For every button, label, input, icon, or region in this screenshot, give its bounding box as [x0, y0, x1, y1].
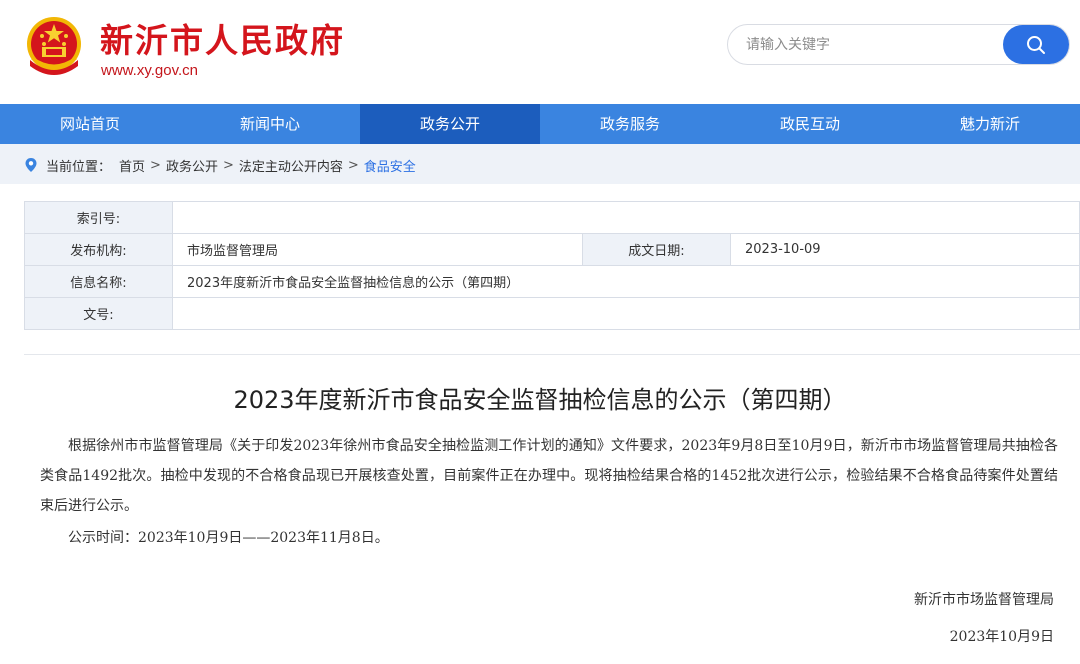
- table-row: 文号:: [24, 297, 1080, 330]
- breadcrumb-separator: >: [150, 158, 161, 173]
- search-box: [727, 24, 1070, 65]
- search-icon: [1027, 35, 1045, 54]
- main-nav: 网站首页 新闻中心 政务公开 政务服务 政民互动 魅力新沂: [0, 104, 1080, 144]
- nav-item-gov-affairs-open[interactable]: 政务公开: [360, 104, 540, 144]
- article-body: 根据徐州市市监督管理局《关于印发2023年徐州市食品安全抽检监测工作计划的通知》…: [40, 431, 1058, 553]
- search-button[interactable]: [1003, 25, 1069, 64]
- breadcrumb-separator: >: [222, 158, 234, 173]
- search-input[interactable]: [746, 34, 996, 56]
- breadcrumb-bar: 当前位置： 首页 > 政务公开 > 法定主动公开内容 > 食品安全: [0, 144, 1080, 184]
- nav-item-gov-services[interactable]: 政务服务: [540, 104, 720, 144]
- breadcrumb: 当前位置： 首页 > 政务公开 > 法定主动公开内容 > 食品安全: [46, 156, 416, 175]
- info-name-value: 2023年度新沂市食品安全监督抽检信息的公示（第四期）: [172, 265, 1080, 298]
- article-paragraph: 公示时间：2023年10月9日——2023年11月8日。: [68, 530, 389, 546]
- publisher-value: 市场监督管理局: [172, 233, 583, 266]
- date-label: 成文日期:: [582, 233, 731, 266]
- info-table: 索引号: 发布机构: 市场监督管理局 成文日期: 2023-10-09 信息名称…: [24, 201, 1080, 330]
- signer: 新沂市市场监督管理局: [914, 592, 1054, 608]
- table-row: 发布机构: 市场监督管理局 成文日期: 2023-10-09: [24, 233, 1080, 266]
- nav-item-charm-xinyi[interactable]: 魅力新沂: [900, 104, 1080, 144]
- nav-item-news[interactable]: 新闻中心: [180, 104, 360, 144]
- breadcrumb-prefix: 当前位置：: [46, 160, 112, 175]
- doc-number-value: [172, 297, 1080, 330]
- table-row: 索引号:: [24, 201, 1080, 234]
- breadcrumb-food-safety[interactable]: 食品安全: [364, 156, 416, 175]
- publisher-label: 发布机构:: [24, 233, 173, 266]
- sign-date: 2023年10月9日: [949, 629, 1054, 645]
- divider: [24, 354, 1080, 355]
- location-pin-icon: [25, 158, 37, 172]
- date-value: 2023-10-09: [730, 233, 1080, 266]
- nav-item-interaction[interactable]: 政民互动: [720, 104, 900, 144]
- breadcrumb-gov-affairs-open[interactable]: 政务公开: [166, 156, 218, 175]
- article-paragraph: 根据徐州市市监督管理局《关于印发2023年徐州市食品安全抽检监测工作计划的通知》…: [40, 438, 1058, 514]
- site-url[interactable]: www.xy.gov.cn: [101, 62, 198, 79]
- national-emblem-icon[interactable]: [22, 14, 86, 78]
- article-title: 2023年度新沂市食品安全监督抽检信息的公示（第四期）: [233, 386, 847, 414]
- breadcrumb-home[interactable]: 首页: [119, 156, 145, 175]
- table-row: 信息名称: 2023年度新沂市食品安全监督抽检信息的公示（第四期）: [24, 265, 1080, 298]
- info-name-label: 信息名称:: [24, 265, 173, 298]
- breadcrumb-separator: >: [347, 158, 359, 173]
- site-header: 新沂市人民政府 www.xy.gov.cn: [0, 0, 1080, 104]
- nav-item-home[interactable]: 网站首页: [0, 104, 180, 144]
- index-value: [172, 201, 1080, 234]
- index-label: 索引号:: [24, 201, 173, 234]
- doc-number-label: 文号:: [24, 297, 173, 330]
- breadcrumb-statutory-content[interactable]: 法定主动公开内容: [239, 156, 343, 175]
- site-title[interactable]: 新沂市人民政府: [100, 14, 345, 62]
